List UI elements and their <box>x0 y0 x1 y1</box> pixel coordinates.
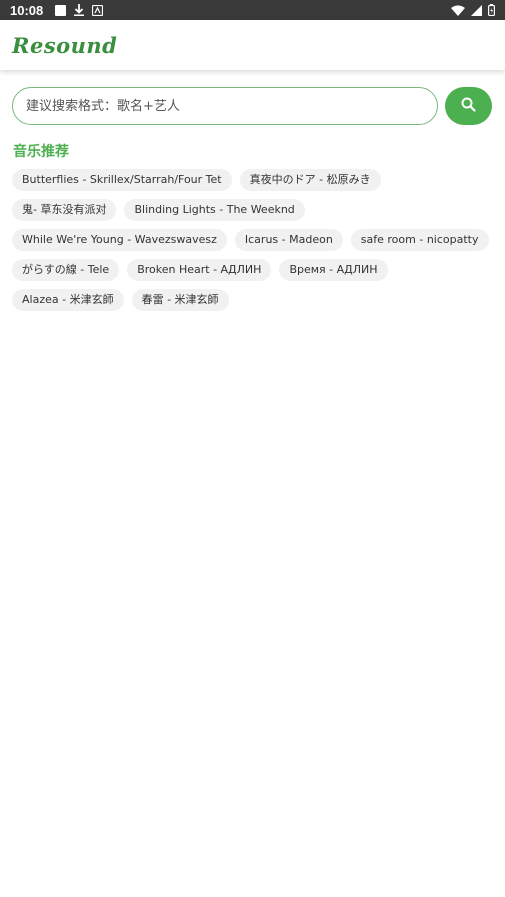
status-bar-right <box>451 4 495 16</box>
song-tag[interactable]: Icarus - Madeon <box>234 229 343 251</box>
song-tag[interactable]: Alazea - 米津玄師 <box>12 289 124 311</box>
search-button[interactable] <box>445 87 492 125</box>
app-logo: Resound <box>12 32 118 58</box>
song-tag[interactable]: 真夜中のドア - 松原みき <box>239 169 381 191</box>
song-tag[interactable]: safe room - nicopatty <box>350 229 489 251</box>
song-tag[interactable]: While We're Young - Wavezswavesz <box>12 229 227 251</box>
wifi-icon <box>451 5 465 16</box>
song-tag[interactable]: Broken Heart - АДЛИН <box>127 259 272 281</box>
status-bar-left: 10:08 <box>10 2 104 18</box>
app-bar: Resound <box>0 20 505 70</box>
recommend-title: 音乐推荐 <box>13 144 69 160</box>
search-icon <box>461 97 476 115</box>
cell-signal-icon <box>471 4 482 16</box>
app-notification-icon <box>92 4 104 16</box>
battery-icon <box>488 4 495 16</box>
download-icon <box>74 4 85 16</box>
search-input[interactable] <box>12 87 438 125</box>
recommend-tag-list: Butterflies - Skrillex/Starrah/Four Tet … <box>12 169 493 311</box>
song-tag[interactable]: がらすの線 - Tele <box>12 259 120 281</box>
song-tag[interactable]: 鬼- 草东没有派对 <box>12 199 117 221</box>
song-tag[interactable]: Blinding Lights - The Weeknd <box>124 199 305 221</box>
status-bar: 10:08 <box>0 0 505 20</box>
song-tag[interactable]: Butterflies - Skrillex/Starrah/Four Tet <box>12 169 232 191</box>
song-tag[interactable]: Время - АДЛИН <box>279 259 388 281</box>
status-time: 10:08 <box>10 2 44 18</box>
search-row <box>0 87 505 125</box>
notification-square-icon <box>55 4 67 16</box>
song-tag[interactable]: 春雷 - 米津玄師 <box>131 289 229 311</box>
